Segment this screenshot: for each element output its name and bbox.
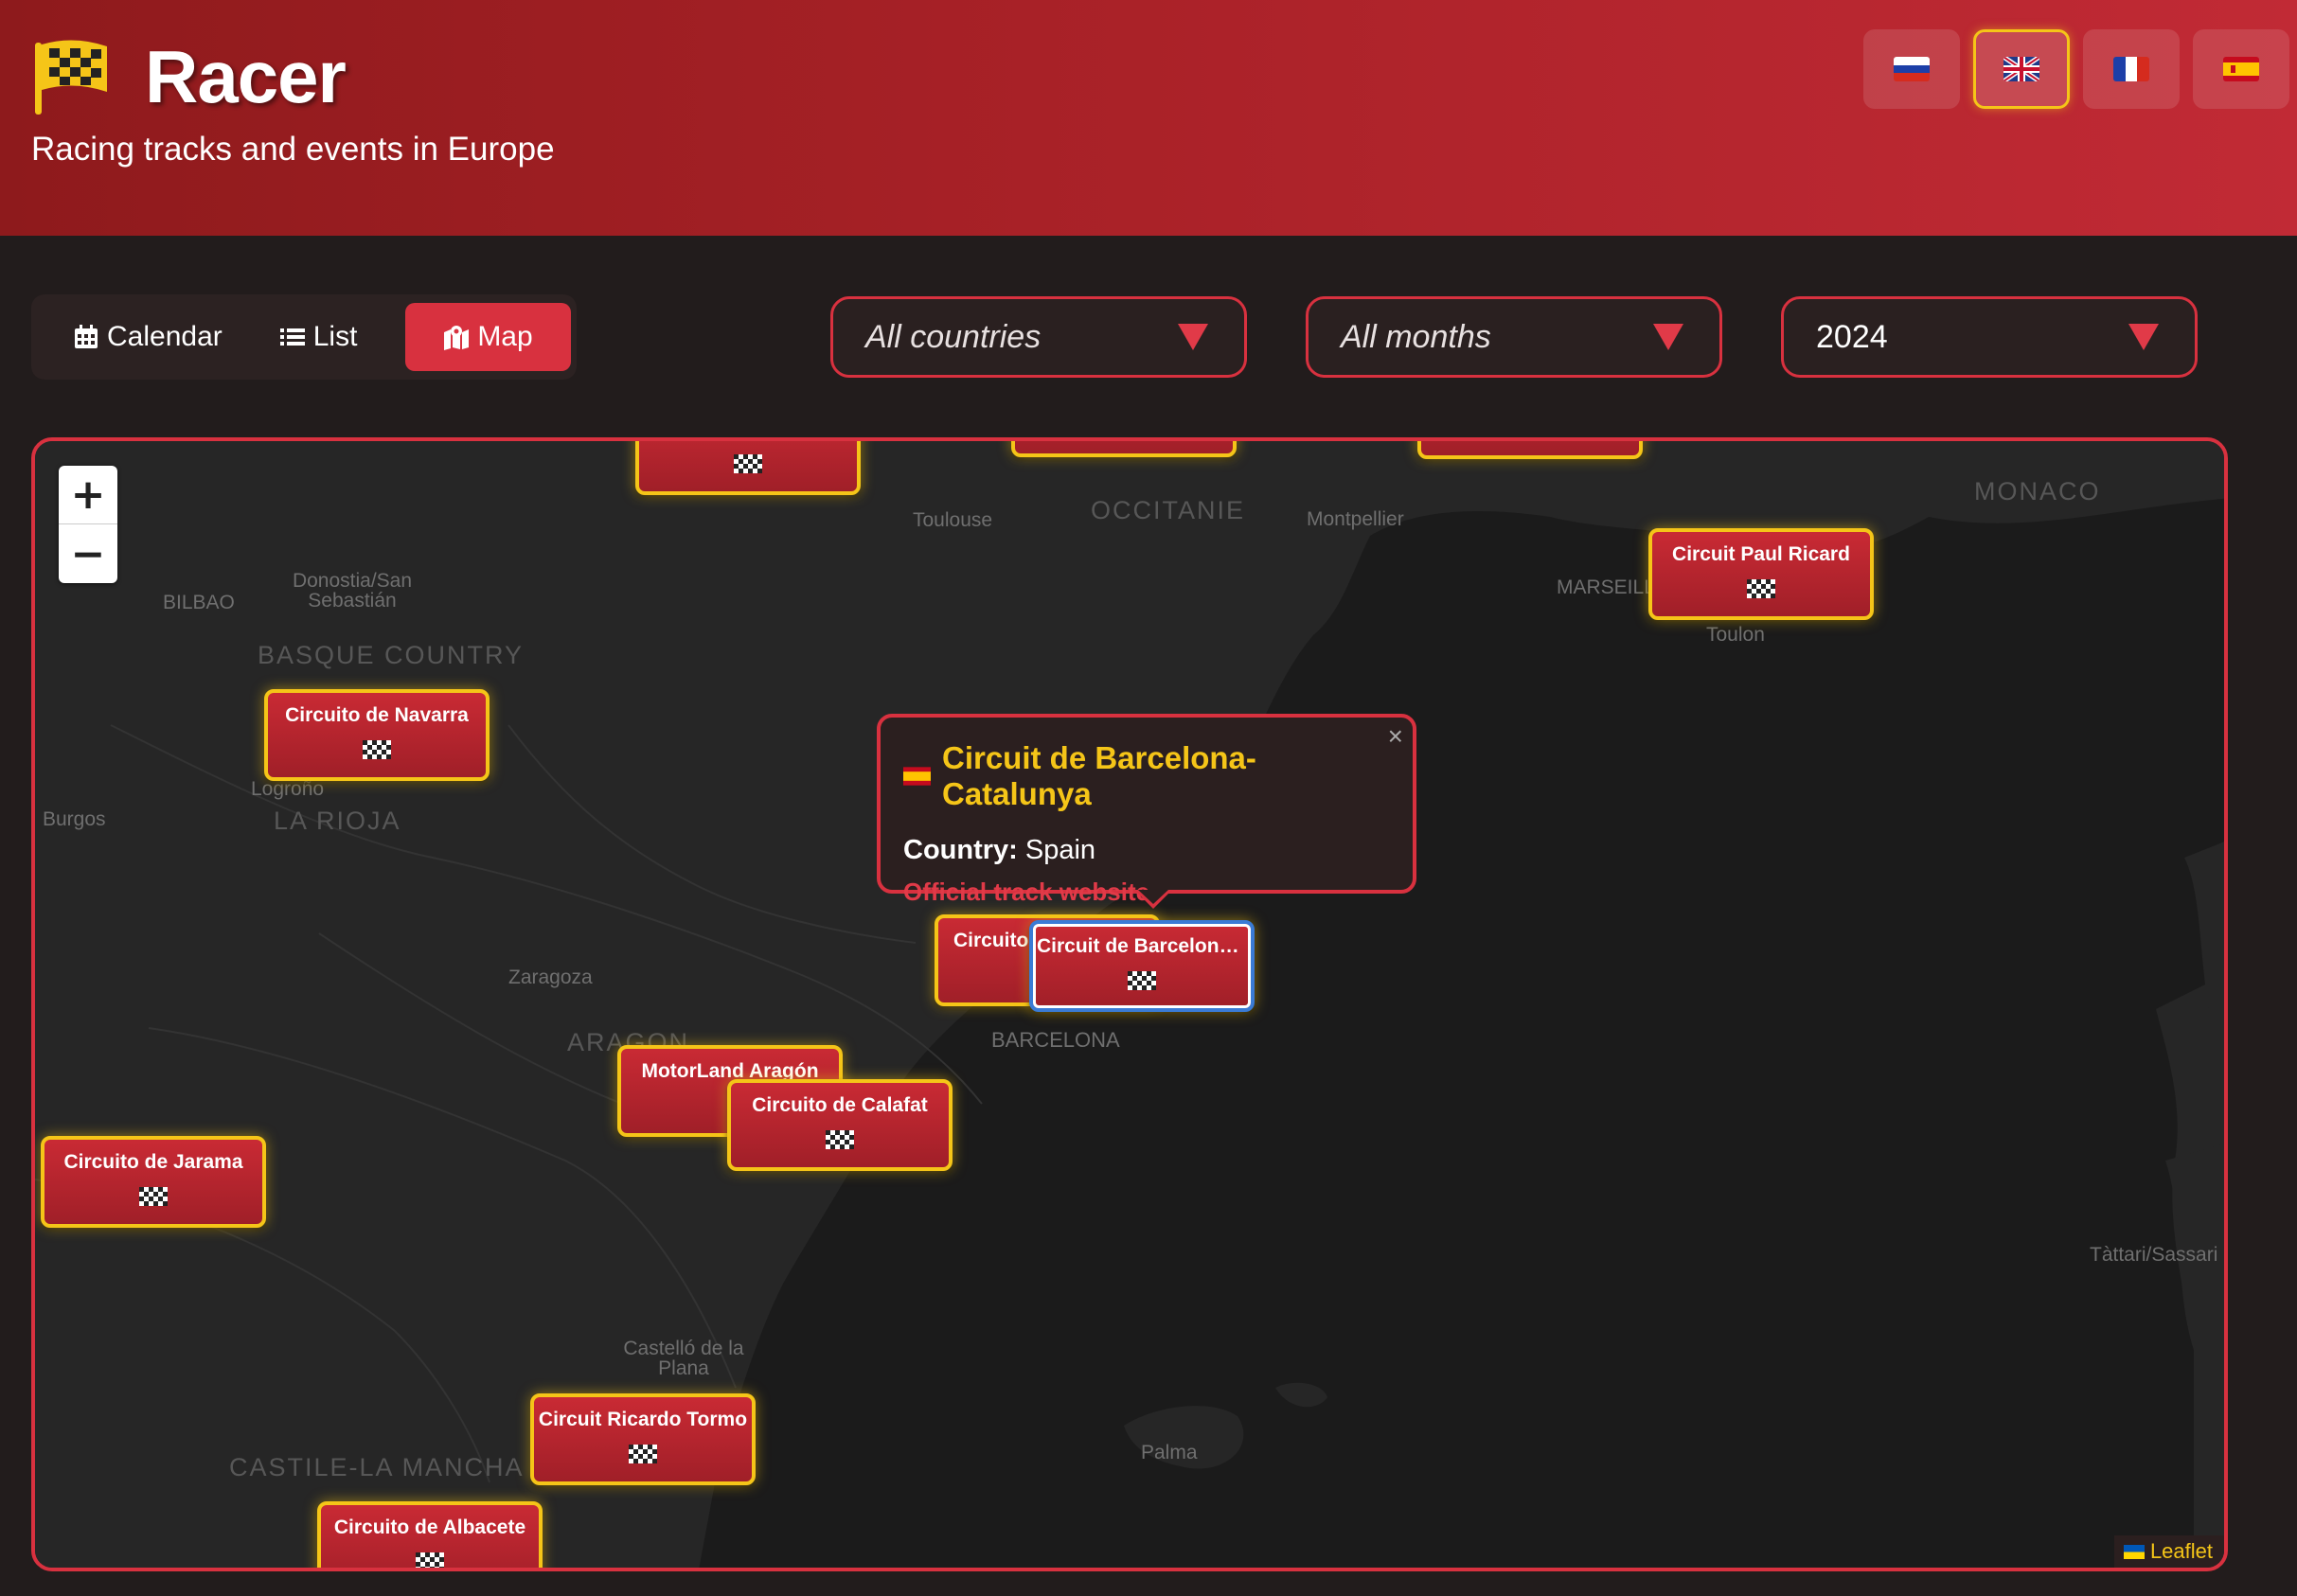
checkered-flag-icon xyxy=(416,1552,444,1568)
popup-country: Country: Spain xyxy=(903,835,1390,866)
track-marker-calafat[interactable]: Circuito de Calafat xyxy=(727,1079,953,1171)
checkered-flag-icon xyxy=(35,39,107,115)
checkered-flag-icon xyxy=(363,740,391,759)
map-container[interactable]: OCCITANIE BASQUE COUNTRY LA RIOJA ARAGON… xyxy=(31,437,2228,1571)
language-button-en[interactable] xyxy=(1973,29,2070,109)
tab-map[interactable]: Map xyxy=(405,303,571,371)
view-switcher: Calendar List Map xyxy=(31,294,577,380)
map-icon xyxy=(444,326,470,350)
place-label: Donostia/San Sebastián xyxy=(292,570,413,612)
tab-map-label: Map xyxy=(477,321,533,352)
region-label: BASQUE COUNTRY xyxy=(258,641,525,669)
calendar-icon xyxy=(75,325,98,348)
checkered-flag-icon xyxy=(139,1187,168,1206)
track-marker-navarra[interactable]: Circuito de Navarra xyxy=(264,689,490,781)
track-marker-label: Circuito de Jarama xyxy=(63,1151,243,1173)
place-label: Castelló de la Plana xyxy=(623,1338,744,1379)
country-select-value: All countries xyxy=(865,318,1042,355)
place-label: BILBAO xyxy=(163,592,235,613)
map-attribution[interactable]: Leaflet xyxy=(2113,1535,2224,1568)
language-button-ru[interactable] xyxy=(1863,29,1960,109)
place-label: Tàttari/Sassari xyxy=(2090,1244,2218,1266)
language-switcher xyxy=(1863,29,2289,109)
place-label: Toulouse xyxy=(913,509,993,531)
month-select-value: All months xyxy=(1341,318,1491,355)
popup-title: Circuit de Barcelona-Catalunya xyxy=(903,740,1390,812)
tab-list[interactable]: List xyxy=(251,303,386,371)
tab-calendar-label: Calendar xyxy=(107,321,223,352)
place-label: Toulon xyxy=(1706,624,1765,646)
place-label: MONACO xyxy=(1974,477,2101,505)
country-select[interactable]: All countries xyxy=(830,296,1247,378)
popup-tip-inner xyxy=(1138,890,1168,904)
track-popup: × Circuit de Barcelona-Catalunya Country… xyxy=(877,714,1416,906)
place-label: Burgos xyxy=(43,808,106,830)
place-label: Zaragoza xyxy=(508,966,593,988)
region-label: CASTILE-LA MANCHA xyxy=(229,1453,525,1481)
track-marker-label: Circuit Ricardo Tormo xyxy=(538,1409,748,1430)
track-marker-albacete[interactable]: Circuito de Albacete xyxy=(317,1501,543,1568)
popup-close-button[interactable]: × xyxy=(1388,721,1403,752)
brand: Racer xyxy=(31,34,347,120)
track-marker-label: Circuito de Albacete xyxy=(333,1516,526,1538)
track-marker-label: Circuit de Barcelona-C... xyxy=(1037,935,1251,957)
zoom-in-button[interactable]: + xyxy=(59,466,117,524)
chevron-down-icon xyxy=(1653,324,1683,350)
tab-calendar[interactable]: Calendar xyxy=(45,303,251,371)
russia-flag-icon xyxy=(1894,57,1930,81)
app-subtitle: Racing tracks and events in Europe xyxy=(31,131,555,168)
spain-flag-icon xyxy=(2223,57,2259,81)
track-marker-barcelona[interactable]: Circuit de Barcelona-C... xyxy=(1029,920,1255,1012)
track-marker-paul-ricard[interactable]: Circuit Paul Ricard xyxy=(1648,528,1874,620)
track-marker-ricardo-tormo[interactable]: Circuit Ricardo Tormo xyxy=(530,1393,756,1485)
region-label: LA RIOJA xyxy=(274,807,401,835)
leaflet-link[interactable]: Leaflet xyxy=(2150,1539,2213,1564)
checkered-flag-icon xyxy=(629,1445,657,1463)
france-flag-icon xyxy=(2113,57,2149,81)
spain-flag-icon xyxy=(903,767,931,786)
place-label: Palma xyxy=(1141,1442,1198,1463)
region-label: OCCITANIE xyxy=(1091,496,1246,524)
popup-title-text: Circuit de Barcelona-Catalunya xyxy=(941,740,1256,811)
place-label: BARCELONA xyxy=(991,1028,1120,1052)
chevron-down-icon xyxy=(2128,324,2159,350)
app-title: Racer xyxy=(145,35,347,118)
track-marker-jarama[interactable]: Circuito de Jarama xyxy=(41,1136,266,1228)
chevron-down-icon xyxy=(1178,324,1208,350)
checkered-flag-icon xyxy=(734,454,762,473)
zoom-out-button[interactable]: − xyxy=(59,524,117,583)
month-select[interactable]: All months xyxy=(1306,296,1722,378)
track-marker-label: Circuito de Calafat xyxy=(752,1094,928,1116)
checkered-flag-icon xyxy=(1128,971,1156,990)
year-select-value: 2024 xyxy=(1816,318,1888,355)
ukraine-flag-icon xyxy=(2123,1544,2145,1559)
tab-list-label: List xyxy=(312,321,358,352)
track-marker[interactable] xyxy=(635,441,861,495)
checkered-flag-icon xyxy=(1747,579,1775,598)
track-marker-label: Circuit Paul Ricard xyxy=(1672,543,1850,565)
popup-country-label: Country: xyxy=(903,835,1018,865)
app-header: Racer Racing tracks and events in Europe xyxy=(0,0,2297,236)
language-button-es[interactable] xyxy=(2193,29,2289,109)
language-button-fr[interactable] xyxy=(2083,29,2180,109)
year-select[interactable]: 2024 xyxy=(1781,296,2198,378)
track-marker-label: Circuito de Navarra xyxy=(285,704,469,726)
track-marker[interactable] xyxy=(1417,441,1643,459)
place-label: Montpellier xyxy=(1307,508,1404,530)
zoom-control: + − xyxy=(59,466,117,583)
track-marker[interactable] xyxy=(1011,441,1237,457)
checkered-flag-icon xyxy=(826,1130,854,1149)
place-label: Logroño xyxy=(251,778,325,800)
popup-country-value: Spain xyxy=(1024,835,1096,865)
uk-flag-icon xyxy=(2003,57,2039,81)
list-icon xyxy=(279,328,305,346)
